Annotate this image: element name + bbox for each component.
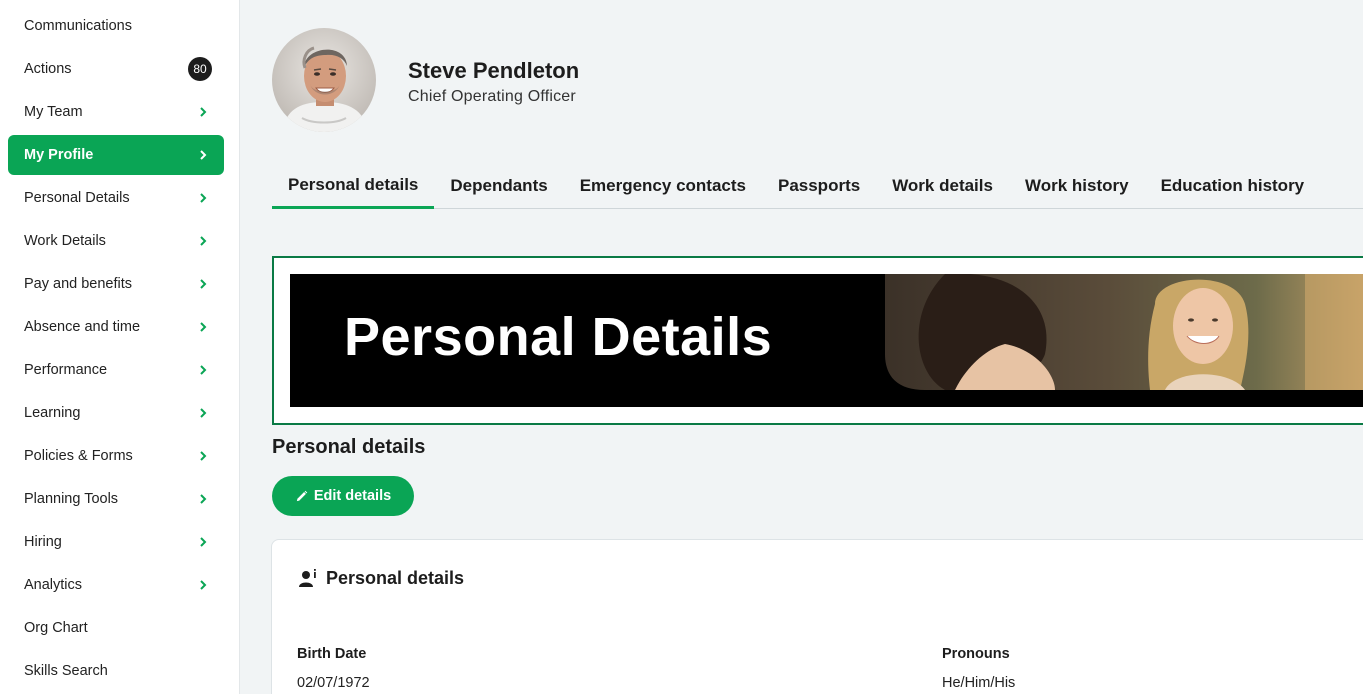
profile-tabs: Personal details Dependants Emergency co… [272, 164, 1363, 209]
sidebar-item-label: Org Chart [24, 620, 88, 636]
sidebar-item-personal-details[interactable]: Personal Details [8, 178, 224, 218]
sidebar-item-label: Learning [24, 405, 81, 421]
pencil-icon [296, 490, 308, 501]
pronouns-value: He/Him/His [942, 675, 1016, 691]
chevron-right-icon [196, 277, 210, 291]
sidebar-item-absence-and-time[interactable]: Absence and time [8, 307, 224, 347]
edit-details-label: Edit details [313, 488, 392, 504]
chevron-right-icon [196, 406, 210, 420]
tab-work-history[interactable]: Work history [1009, 164, 1145, 208]
sidebar-item-my-team[interactable]: My Team [8, 92, 224, 132]
banner-title: Personal Details [344, 307, 773, 367]
sidebar-item-label: Skills Search [24, 663, 108, 679]
tab-passports[interactable]: Passports [762, 164, 876, 208]
sidebar-item-planning-tools[interactable]: Planning Tools [8, 479, 224, 519]
pronouns-label: Pronouns [942, 646, 1010, 662]
birth-date-label: Birth Date [297, 646, 367, 662]
sidebar-item-label: Hiring [24, 534, 62, 550]
sidebar-item-label: Pay and benefits [24, 276, 133, 292]
sidebar-item-label: Absence and time [24, 319, 141, 335]
sidebar-item-label: My Team [24, 104, 83, 120]
chevron-right-icon [196, 320, 210, 334]
sidebar-item-my-profile[interactable]: My Profile [8, 135, 224, 175]
edit-details-button[interactable]: Edit details [272, 476, 414, 516]
personal-details-card: Personal details Birth Date 02/07/1972 P… [271, 539, 1363, 694]
sidebar-item-work-details[interactable]: Work Details [8, 221, 224, 261]
sidebar-item-label: Actions [24, 61, 72, 77]
sidebar-item-hiring[interactable]: Hiring [8, 522, 224, 562]
tab-dependants[interactable]: Dependants [434, 164, 563, 208]
sidebar-item-performance[interactable]: Performance [8, 350, 224, 390]
sidebar-item-communications[interactable]: Communications [8, 6, 224, 46]
tab-work-details[interactable]: Work details [876, 164, 1009, 208]
profile-job-title: Chief Operating Officer [408, 88, 576, 105]
chevron-right-icon [196, 234, 210, 248]
chevron-right-icon [196, 492, 210, 506]
chevron-right-icon [196, 578, 210, 592]
section-title: Personal details [272, 436, 426, 458]
chevron-right-icon [196, 191, 210, 205]
actions-count-badge: 80 [188, 57, 212, 81]
sidebar-item-skills-search[interactable]: Skills Search [8, 651, 224, 691]
sidebar-item-label: Analytics [24, 577, 83, 593]
sidebar-item-label: Communications [24, 18, 132, 34]
sidebar-item-pay-and-benefits[interactable]: Pay and benefits [8, 264, 224, 304]
sidebar-item-label: Planning Tools [24, 491, 119, 507]
sidebar-item-analytics[interactable]: Analytics [8, 565, 224, 605]
tab-education-history[interactable]: Education history [1145, 164, 1321, 208]
sidebar-item-label: Policies & Forms [24, 448, 133, 464]
birth-date-value: 02/07/1972 [297, 675, 370, 691]
chevron-right-icon [196, 449, 210, 463]
chevron-right-icon [196, 363, 210, 377]
user-info-icon [299, 568, 316, 587]
chevron-right-icon [196, 105, 210, 119]
chevron-right-icon [196, 148, 210, 162]
sidebar-item-policies-forms[interactable]: Policies & Forms [8, 436, 224, 476]
tab-emergency-contacts[interactable]: Emergency contacts [564, 164, 762, 208]
sidebar-item-label: My Profile [24, 147, 94, 163]
chevron-right-icon [196, 535, 210, 549]
avatar [272, 28, 376, 132]
banner-frame: Personal Details [272, 256, 1363, 425]
sidebar-item-actions[interactable]: Actions 80 [8, 49, 224, 89]
card-title: Personal details [326, 568, 465, 588]
sidebar-item-org-chart[interactable]: Org Chart [8, 608, 224, 648]
sidebar-item-label: Personal Details [24, 190, 130, 206]
sidebar: Communications Actions 80 My Team My Pro… [0, 0, 240, 694]
banner-photo [885, 274, 1363, 390]
sidebar-item-label: Performance [24, 362, 108, 378]
card-header: Personal details [298, 568, 464, 589]
sidebar-item-learning[interactable]: Learning [8, 393, 224, 433]
tab-personal-details[interactable]: Personal details [272, 164, 435, 209]
profile-name: Steve Pendleton [408, 58, 580, 83]
sidebar-item-label: Work Details [24, 233, 106, 249]
banner: Personal Details [290, 274, 1363, 407]
